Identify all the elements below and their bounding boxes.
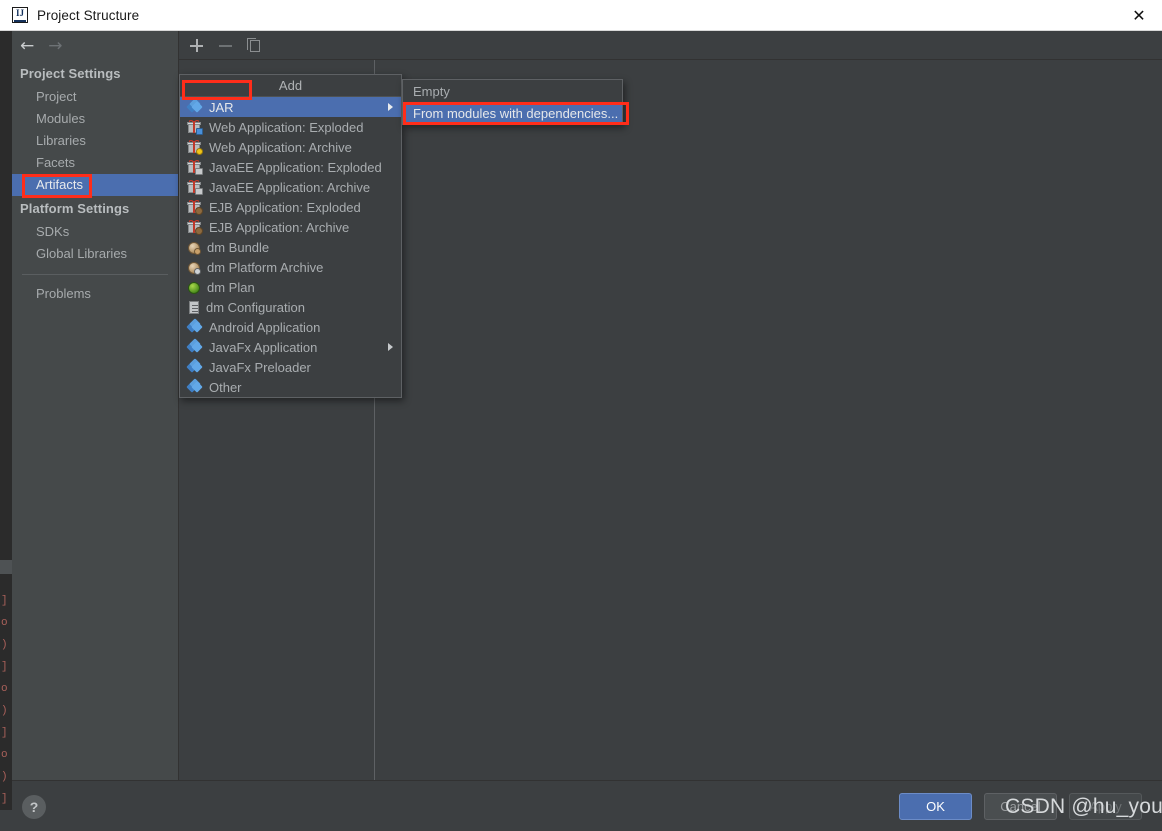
diamond-icon (188, 338, 202, 354)
menu-item-label: JavaEE Application: Archive (209, 179, 371, 195)
menu-item-label: JAR (209, 99, 234, 115)
sidebar-item-modules[interactable]: Modules (12, 108, 178, 130)
menu-item-label: dm Configuration (206, 299, 305, 315)
javaee-application-icon (187, 160, 203, 175)
diamond-icon (188, 318, 202, 334)
menu-item-dm-platform-archive[interactable]: dm Platform Archive (180, 257, 401, 277)
forward-arrow-icon[interactable]: → (48, 37, 62, 55)
menu-item-label: Android Application (209, 319, 321, 335)
menu-item-javaee-application-exploded[interactable]: JavaEE Application: Exploded (180, 157, 401, 177)
menu-item-ejb-application-archive[interactable]: EJB Application: Archive (180, 217, 401, 237)
back-arrow-icon[interactable]: ← (20, 37, 34, 55)
ok-button[interactable]: OK (899, 793, 972, 820)
menu-item-label: EJB Application: Archive (209, 219, 350, 235)
menu-item-label: JavaEE Application: Exploded (209, 159, 382, 175)
diamond-icon (188, 358, 202, 374)
submenu-item-from-modules-with-dependencies[interactable]: From modules with dependencies... (403, 102, 622, 124)
submenu-item-label: From modules with dependencies... (413, 105, 619, 121)
ide-background-code: ] o ) ] o ) ] o ) ] (1, 595, 8, 805)
web-application-archive-icon (187, 140, 203, 155)
submenu-item-empty[interactable]: Empty (403, 80, 622, 102)
settings-sidebar: ← → Project Settings Project Modules Lib… (12, 31, 179, 780)
close-icon[interactable]: ✕ (1116, 0, 1162, 31)
menu-item-label: dm Platform Archive (207, 259, 324, 275)
menu-item-label: Web Application: Exploded (209, 119, 364, 135)
menu-item-javafx-preloader[interactable]: JavaFx Preloader (180, 357, 401, 377)
menu-item-dm-bundle[interactable]: dm Bundle (180, 237, 401, 257)
dm-bundle-icon (188, 241, 201, 255)
menu-item-label: dm Plan (207, 279, 255, 295)
diamond-icon (188, 98, 202, 114)
add-artifact-popup-menu: Add JAR Web Application: Exploded Web Ap… (179, 74, 402, 398)
jar-submenu: Empty From modules with dependencies... (402, 79, 623, 125)
window-title: Project Structure (37, 7, 140, 23)
intellij-idea-logo-icon (12, 7, 28, 23)
sidebar-nav-buttons: ← → (12, 31, 178, 61)
menu-item-other[interactable]: Other (180, 377, 401, 397)
sidebar-item-facets[interactable]: Facets (12, 152, 178, 174)
menu-item-label: JavaFx Application (209, 339, 318, 355)
chevron-right-icon (388, 103, 393, 111)
sidebar-item-global-libraries[interactable]: Global Libraries (12, 243, 178, 265)
menu-item-dm-configuration[interactable]: dm Configuration (180, 297, 401, 317)
menu-item-label: Web Application: Archive (209, 139, 352, 155)
menu-item-jar[interactable]: JAR (180, 97, 401, 117)
submenu-item-label: Empty (413, 83, 450, 99)
sidebar-item-project[interactable]: Project (12, 86, 178, 108)
ejb-application-icon (187, 200, 203, 215)
sidebar-item-problems[interactable]: Problems (12, 283, 178, 305)
ide-background-strip: ] o ) ] o ) ] o ) ] (0, 30, 12, 831)
ejb-application-archive-icon (187, 220, 203, 235)
menu-item-javaee-application-archive[interactable]: JavaEE Application: Archive (180, 177, 401, 197)
project-structure-window: ] o ) ] o ) ] o ) ] Project Structure ✕ … (0, 0, 1162, 831)
artifacts-toolbar (179, 31, 375, 60)
sidebar-item-artifacts[interactable]: Artifacts (12, 174, 178, 196)
menu-item-label: dm Bundle (207, 239, 270, 255)
popup-menu-title: Add (180, 75, 401, 97)
menu-item-web-application-archive[interactable]: Web Application: Archive (180, 137, 401, 157)
menu-item-ejb-application-exploded[interactable]: EJB Application: Exploded (180, 197, 401, 217)
ide-background-statusbar (0, 810, 12, 831)
dm-platform-archive-icon (188, 261, 201, 275)
sidebar-item-libraries[interactable]: Libraries (12, 130, 178, 152)
plus-icon[interactable] (189, 38, 204, 53)
menu-item-javafx-application[interactable]: JavaFx Application (180, 337, 401, 357)
minus-icon[interactable] (218, 38, 233, 53)
menu-item-android-application[interactable]: Android Application (180, 317, 401, 337)
ide-background-toolwindow (0, 560, 12, 574)
dialog-button-bar: ? OK Cancel Apply (12, 780, 1162, 831)
sidebar-divider (22, 274, 168, 275)
chevron-right-icon (388, 343, 393, 351)
javaee-application-archive-icon (187, 180, 203, 195)
sidebar-group-platform-settings: Platform Settings (20, 201, 130, 216)
sidebar-item-sdks[interactable]: SDKs (12, 221, 178, 243)
artifact-details-panel (376, 60, 1162, 780)
web-application-icon (187, 120, 203, 135)
sidebar-group-project-settings: Project Settings (20, 66, 121, 81)
menu-item-dm-plan[interactable]: dm Plan (180, 277, 401, 297)
help-button[interactable]: ? (22, 795, 46, 819)
menu-item-label: EJB Application: Exploded (209, 199, 361, 215)
menu-item-label: Other (209, 379, 242, 395)
menu-item-web-application-exploded[interactable]: Web Application: Exploded (180, 117, 401, 137)
document-icon (189, 300, 199, 314)
window-titlebar: Project Structure ✕ (0, 0, 1162, 31)
dialog-body: ← → Project Settings Project Modules Lib… (12, 31, 1162, 831)
copy-icon[interactable] (247, 37, 260, 52)
watermark-text: CSDN @hu_youliang (1005, 795, 1162, 818)
dm-plan-icon (188, 281, 200, 294)
menu-item-label: JavaFx Preloader (209, 359, 311, 375)
diamond-icon (188, 378, 202, 394)
toolbar-filler (375, 31, 1162, 60)
